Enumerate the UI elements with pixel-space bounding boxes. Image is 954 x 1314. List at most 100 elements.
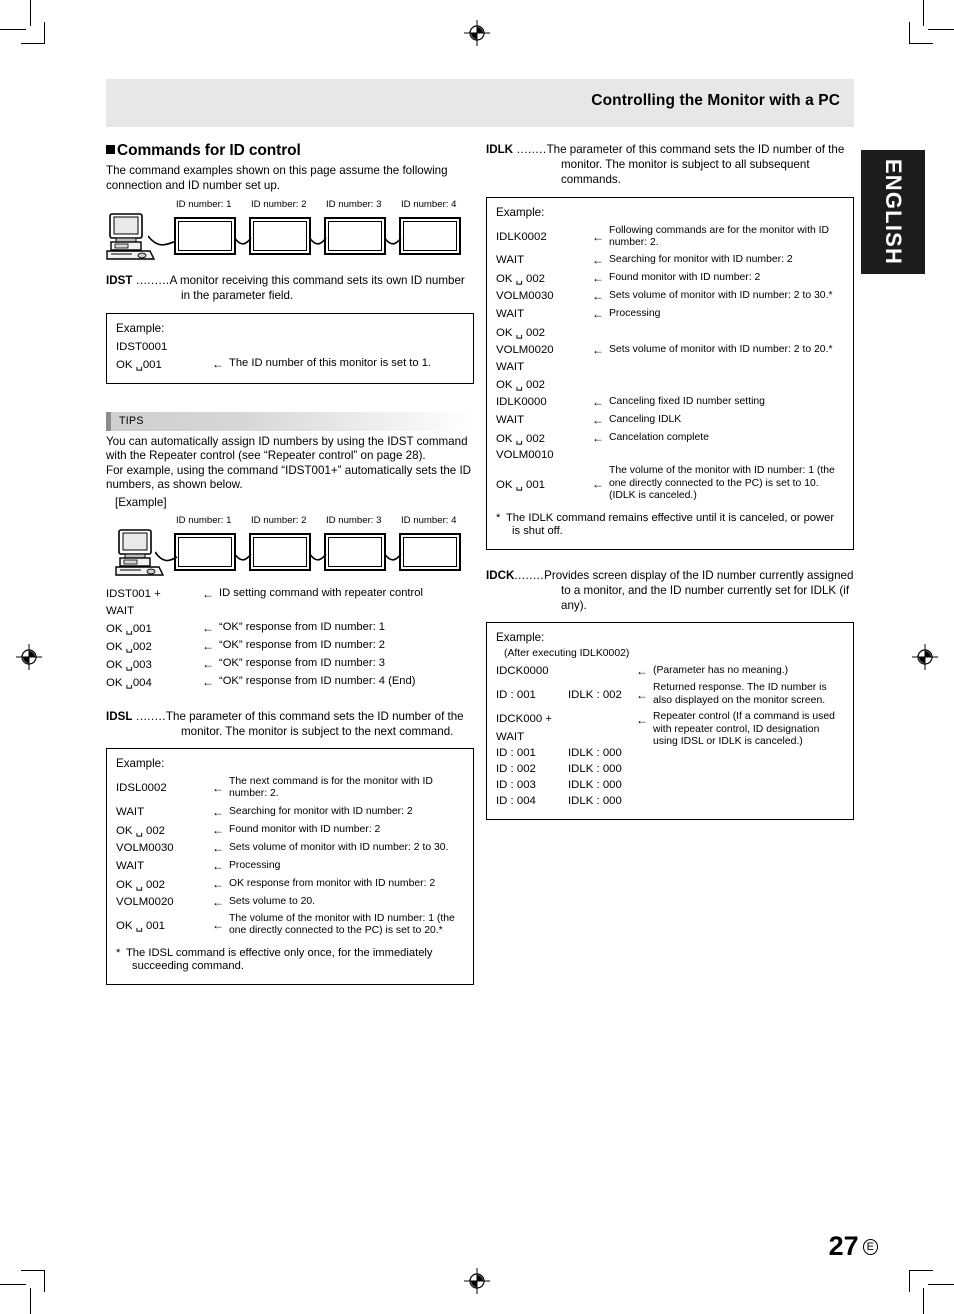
- example-row: OK ␣003 ← “OK” response from ID number: 3: [106, 655, 474, 673]
- example-arrow: ←: [212, 894, 224, 909]
- connection-diagram-1: ID number: 1 ID number: 2 ID number: 3 I…: [106, 199, 474, 265]
- command-dots: ........: [514, 568, 545, 582]
- example-box-idck: Example: (After executing IDLK0002) IDCK…: [486, 622, 854, 821]
- example-command: OK ␣ 002: [116, 824, 166, 837]
- example-table: IDST0001 OK ␣001 ← The ID number of this…: [116, 339, 464, 373]
- example-arrow: [636, 793, 653, 809]
- example-command-secondary: [560, 709, 636, 729]
- example-command: WAIT: [496, 308, 525, 321]
- command-name: IDST: [106, 274, 133, 288]
- example-row: ID : 001 IDLK : 002 ← Returned response. Th…: [496, 680, 844, 709]
- command-description: A monitor receiving this command sets it…: [169, 274, 465, 303]
- crop-mark: [44, 1270, 45, 1292]
- example-command-secondary: IDLK : 000: [568, 747, 622, 760]
- example-command: IDLK0000: [496, 396, 547, 409]
- example-row: WAIT: [106, 603, 474, 619]
- diagram-label: ID number: 2: [251, 199, 307, 211]
- tips-example-label: [Example]: [115, 495, 167, 509]
- example-arrow: [202, 603, 219, 619]
- example-text: Searching for monitor with ID number: 2: [609, 254, 793, 266]
- example-arrow: ←: [202, 656, 214, 671]
- example-box-idst: Example: IDST0001 OK ␣001 ← The ID numbe…: [106, 312, 474, 384]
- example-arrow: ←: [202, 586, 214, 601]
- example-text: “OK” response from ID number: 3: [219, 657, 386, 670]
- example-row: WAIT ← Processing: [496, 305, 844, 323]
- example-text: Cancelation complete: [609, 432, 709, 444]
- example-text: [609, 375, 844, 393]
- example-command: ID : 001: [496, 747, 536, 760]
- example-text: [609, 359, 844, 375]
- example-command-secondary: IDLK : 000: [568, 795, 622, 808]
- square-bullet-icon: [106, 145, 115, 154]
- crop-mark: [923, 1288, 924, 1314]
- example-text: ID setting command with repeater control: [219, 587, 423, 600]
- example-command: OK ␣001: [116, 358, 162, 371]
- example-row: OK ␣001 ← The ID number of this monitor …: [116, 355, 464, 373]
- crop-mark: [30, 0, 31, 26]
- intro-paragraph: The command examples shown on this page …: [106, 164, 448, 192]
- command-name: IDCK: [486, 568, 515, 582]
- example-text: “OK” response from ID number: 1: [219, 621, 386, 634]
- example-arrow: ←: [212, 858, 224, 873]
- page-canvas: Controlling the Monitor with a PC ENGLIS…: [0, 0, 954, 1314]
- example-command: OK ␣ 002: [496, 327, 546, 340]
- crop-mark: [923, 0, 924, 26]
- example-text: The volume of the monitor with ID number…: [609, 465, 835, 502]
- example-arrow: ←: [202, 638, 214, 653]
- crop-mark: [44, 22, 45, 44]
- crop-mark: [909, 43, 933, 44]
- example-command-secondary: [560, 662, 636, 680]
- registration-mark: [912, 644, 938, 670]
- example-arrow: ←: [592, 230, 604, 245]
- example-command: VOLM0020: [496, 344, 554, 357]
- example-command: WAIT: [116, 859, 145, 872]
- example-label: Example:: [116, 756, 165, 770]
- crop-mark: [928, 29, 954, 30]
- example-command: VOLM0030: [496, 290, 554, 303]
- example-text: Canceling IDLK: [609, 414, 682, 426]
- example-command: OK ␣001: [106, 622, 152, 635]
- example-text: [609, 447, 844, 463]
- crop-mark: [30, 1288, 31, 1314]
- example-label: Example:: [496, 631, 545, 645]
- example-row: WAIT: [496, 359, 844, 375]
- example-text: Following commands are for the monitor w…: [609, 224, 830, 249]
- example-table: IDSL0002 ← The next command is for the mon…: [116, 774, 464, 940]
- example-row: WAIT ← Searching for monitor with ID numbe…: [496, 251, 844, 269]
- example-row: IDST001 + ← ID setting command with repeat…: [106, 585, 474, 603]
- crop-mark: [909, 1270, 933, 1271]
- diagram-row: [106, 213, 474, 260]
- monitor-icon: [174, 217, 236, 256]
- example-arrow: ←: [202, 620, 214, 635]
- diagram-labels: ID number: 1 ID number: 2 ID number: 3 I…: [106, 199, 474, 213]
- crop-mark: [21, 1270, 45, 1271]
- example-row: OK ␣ 002 ← Found monitor with ID number: 2: [496, 269, 844, 287]
- example-text: Searching for monitor with ID number: 2: [229, 805, 413, 817]
- example-arrow: ←: [592, 395, 604, 410]
- diagram-label: ID number: 1: [176, 199, 232, 211]
- command-dots: ........: [513, 143, 547, 156]
- cable-icon: [309, 236, 327, 245]
- example-text: [219, 603, 474, 619]
- example-row: OK ␣ 001 ← The volume of the monitor with …: [116, 911, 464, 940]
- diagram-label: ID number: 3: [326, 199, 382, 211]
- example-text: Sets volume to 20.: [229, 895, 316, 907]
- monitor-icon: [174, 532, 236, 571]
- example-text: Sets volume of monitor with ID number: 2…: [609, 290, 833, 302]
- example-command: ID : 002: [496, 763, 536, 776]
- example-text: (Parameter has no meaning.): [653, 665, 789, 677]
- command-name: IDLK: [486, 143, 514, 156]
- diagram-label: ID number: 2: [251, 514, 307, 526]
- example-text: [229, 339, 464, 355]
- example-row: VOLM0020 ← Sets volume to 20.: [116, 893, 464, 911]
- example-row: OK ␣ 002 ← Found monitor with ID number: 2: [116, 821, 464, 839]
- example-row: WAIT ← Canceling IDLK: [496, 411, 844, 429]
- example-arrow: [636, 777, 653, 793]
- tips-paragraph-1: You can automatically assign ID numbers …: [106, 434, 468, 463]
- cable-icon: [234, 552, 252, 561]
- example-arrow: ←: [212, 876, 224, 891]
- example-text: Found monitor with ID number: 2: [609, 272, 761, 284]
- registration-mark: [464, 1268, 490, 1294]
- right-column: IDLK ........The parameter of this comma…: [486, 142, 854, 821]
- cable-icon: [384, 236, 402, 245]
